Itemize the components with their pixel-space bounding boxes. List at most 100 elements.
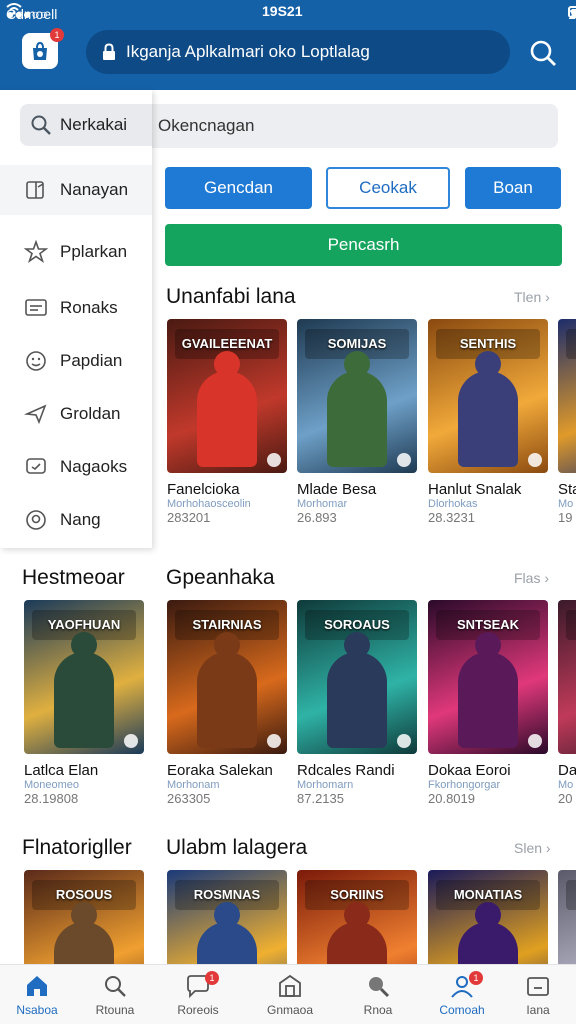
side-section-title: Hestmeoar — [22, 566, 125, 589]
side-drawer: Nerkakai Nanayan Pplarkan Ronaks Papdian… — [0, 90, 152, 548]
search-icon — [31, 115, 51, 135]
section-title: Gpeanhaka — [166, 566, 275, 589]
search-action-button[interactable]: Pencasrh — [165, 224, 562, 266]
drawer-item-6[interactable]: Nang — [0, 495, 152, 545]
search-query: Okencnagan — [158, 116, 255, 135]
drawer-item-0[interactable]: Nanayan — [0, 165, 152, 215]
developer-name: Mo — [558, 498, 574, 510]
app-name: Eoraka Salekan — [167, 762, 273, 779]
app-screen: ●●●○○ Cdmoell 19S21 ➤ 11% 1 Ikganja Aplk… — [0, 0, 576, 1024]
drawer-item-5[interactable]: Nagaoks — [0, 442, 152, 492]
app-card[interactable]: SNTSEAK Dokaa Eoroi Fkorhongorgar 20.8019 — [428, 600, 550, 806]
app-name: Da — [558, 762, 576, 779]
app-card[interactable]: SOROAUS Rdcales Randi Morhomarn 87.2135 — [297, 600, 419, 806]
cover-character — [327, 632, 387, 748]
section-more-link[interactable]: Tlen › — [514, 289, 550, 305]
address-bar[interactable]: Ikganja Aplkalmari oko Loptlalag — [86, 30, 510, 74]
download-count: 26.893 — [297, 510, 337, 525]
more-label: Flas — [514, 570, 541, 586]
nav-badge: 1 — [205, 971, 219, 985]
app-name: Hanlut Snalak — [428, 481, 522, 498]
search-input[interactable]: Okencnagan — [150, 104, 558, 148]
drawer-search-button[interactable]: Nerkakai — [20, 104, 152, 146]
nav-item-4[interactable]: Rnoa — [343, 971, 413, 1023]
game-cover-image: YAOFHUAN — [24, 600, 144, 754]
cover-character — [458, 351, 518, 467]
nav-item-5[interactable]: Comoah 1 — [427, 971, 497, 1023]
magnifier-icon — [369, 977, 390, 998]
drawer-item-label: Nang — [60, 510, 101, 529]
nav-label: Gnmaoa — [266, 1003, 314, 1017]
nav-label: Rnoa — [363, 1003, 393, 1017]
nav-item-6[interactable]: Iana — [503, 971, 573, 1023]
book-icon — [26, 181, 44, 199]
publisher-logo-icon — [528, 453, 542, 467]
side-section-title: Flnatorigller — [22, 836, 132, 859]
home-icon — [27, 976, 47, 996]
store-icon — [279, 974, 301, 997]
drawer-item-label: Pplarkan — [60, 242, 128, 261]
cover-character — [197, 351, 257, 467]
publisher-logo-icon — [397, 453, 411, 467]
app-card[interactable]: STAIRNIAS Eoraka Salekan Morhonam 263305 — [167, 600, 289, 806]
header-search-icon[interactable] — [528, 38, 558, 68]
cover-character — [197, 632, 257, 748]
publisher-logo-icon — [267, 453, 281, 467]
app-card[interactable]: STA StaMo19 — [558, 319, 576, 525]
drawer-item-2[interactable]: Ronaks — [0, 283, 152, 333]
nav-label: Iana — [526, 1003, 550, 1017]
address-text: Ikganja Aplkalmari oko Loptlalag — [126, 42, 370, 61]
app-card[interactable]: SENTHIS Hanlut Snalak Dlorhokas 28.3231 — [428, 319, 550, 525]
top-bar: ●●●○○ Cdmoell 19S21 ➤ 11% 1 Ikganja Aplk… — [0, 0, 576, 90]
app-logo-button[interactable]: 1 — [22, 28, 64, 69]
nav-item-0[interactable]: Nsaboa — [2, 971, 72, 1023]
developer-name: Moneomeo — [24, 779, 80, 791]
star-icon — [24, 240, 48, 264]
app-card[interactable]: SOMIJAS Mlade Besa Morhomar 26.893 — [297, 319, 419, 525]
developer-name: Dlorhokas — [428, 498, 478, 510]
section-title: Unanfabi lana — [166, 285, 296, 308]
filter-button-outline[interactable]: Ceokak — [326, 167, 450, 209]
app-name: Latlca Elan — [24, 762, 99, 779]
game-cover-image: SOROAUS — [297, 600, 417, 754]
developer-name: Morhomarn — [297, 779, 354, 791]
more-label: Slen — [514, 840, 543, 856]
plane-icon — [24, 404, 47, 425]
nav-label: Roreois — [177, 1003, 219, 1017]
app-name: Sta — [558, 481, 576, 498]
app-card[interactable]: YAOFHUAN Latlca Elan Moneomeo 28.19808 — [24, 600, 146, 806]
app-card[interactable]: GVAILEEENAT Fanelcioka Morhohaosceolin 2832… — [167, 319, 289, 525]
publisher-logo-icon — [528, 734, 542, 748]
status-left: ●●●○○ Cdmoell — [6, 3, 57, 22]
smile-icon — [26, 351, 46, 371]
section-more-link[interactable]: Flas › — [514, 570, 549, 586]
nav-item-1[interactable]: Rtouna — [80, 971, 150, 1023]
app-card[interactable]: DA DaMo20 — [558, 600, 576, 806]
download-count: 20 — [558, 791, 573, 806]
nav-item-2[interactable]: Roreois 1 — [163, 971, 233, 1023]
game-cover-image: STAIRNIAS — [167, 600, 287, 754]
lock-icon — [103, 43, 115, 60]
filter-button-primary[interactable]: Gencdan — [165, 167, 312, 209]
app-name: Fanelcioka — [167, 481, 240, 498]
section-more-link[interactable]: Slen › — [514, 840, 551, 856]
drawer-item-1[interactable]: Pplarkan — [0, 227, 152, 277]
filter-button-third[interactable]: Boan — [465, 167, 561, 209]
download-count: 20.8019 — [428, 791, 475, 806]
battery-icon — [568, 6, 576, 18]
nav-item-3[interactable]: Gnmaoa — [255, 971, 325, 1023]
status-bar: ●●●○○ Cdmoell 19S21 ➤ 11% — [0, 0, 576, 24]
download-count: 19 — [558, 510, 573, 525]
publisher-logo-icon — [397, 734, 411, 748]
publisher-logo-icon — [124, 734, 138, 748]
drawer-search-label: Nerkakai — [60, 115, 128, 134]
nav-label: Nsaboa — [16, 1003, 58, 1017]
drawer-item-4[interactable]: Groldan — [0, 389, 152, 439]
developer-name: Fkorhongorgar — [428, 779, 501, 791]
bag-icon — [33, 41, 47, 60]
download-count: 87.2135 — [297, 791, 344, 806]
download-count: 28.3231 — [428, 510, 475, 525]
game-cover-image: SENTHIS — [428, 319, 548, 473]
search-icon — [105, 976, 126, 997]
drawer-item-3[interactable]: Papdian — [0, 336, 152, 386]
